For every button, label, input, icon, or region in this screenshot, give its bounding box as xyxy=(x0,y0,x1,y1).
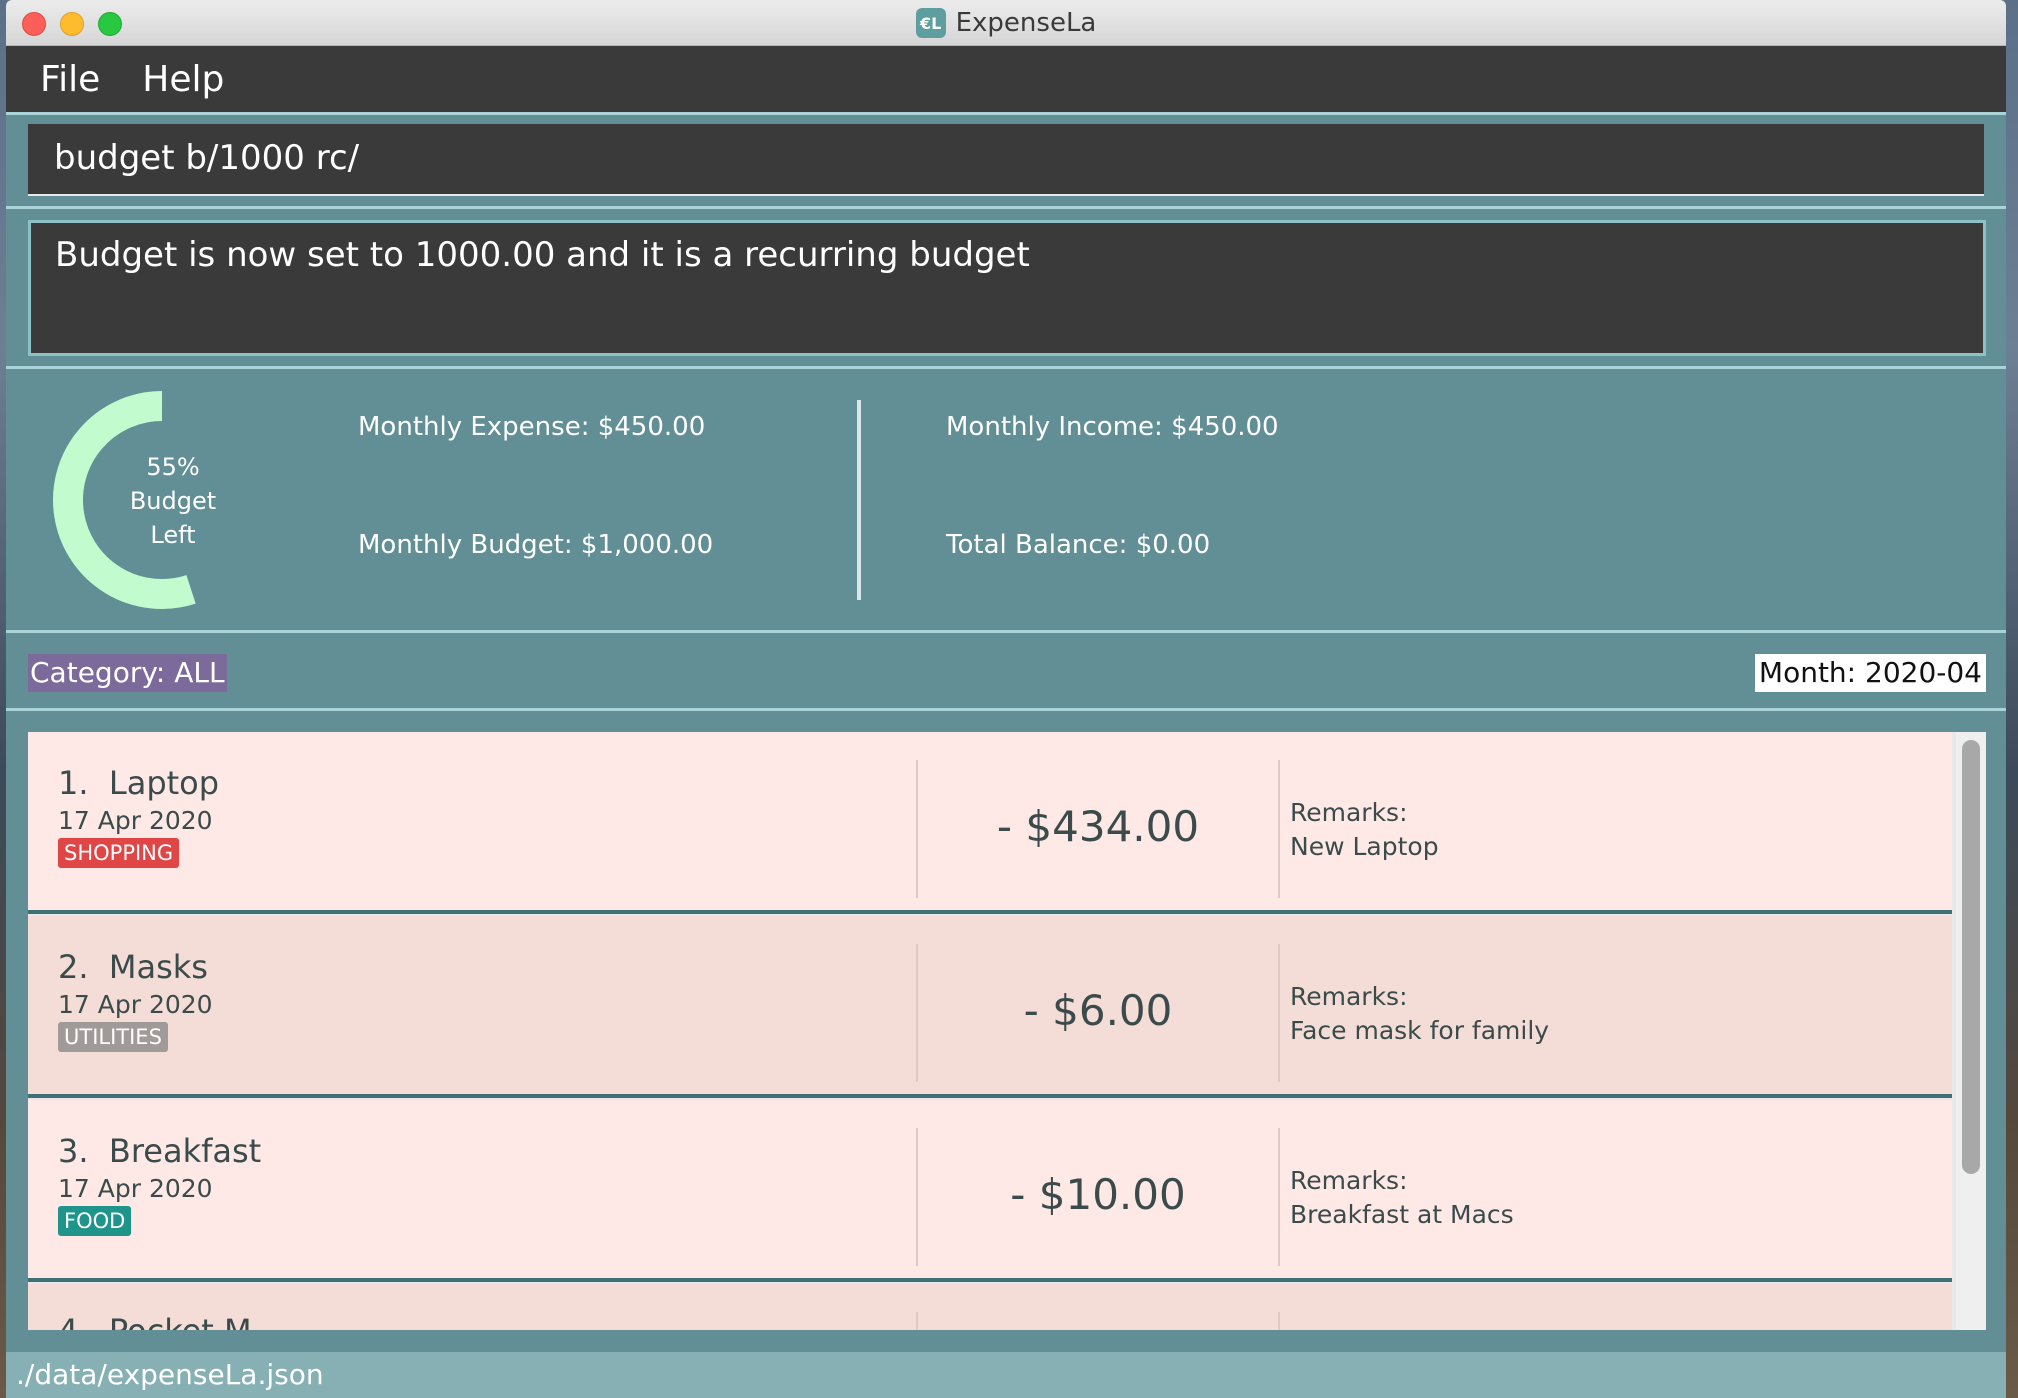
divider xyxy=(6,366,2006,369)
budget-left-text: Budget xyxy=(129,487,217,515)
app-icon: €L xyxy=(915,8,946,38)
list-scrollbar-track[interactable] xyxy=(1956,732,1986,1330)
card-divider xyxy=(1278,1312,1280,1330)
donut-label: 55% Budget Left xyxy=(90,450,256,552)
app-window: €L ExpenseLa File Help budget b/1000 rc/… xyxy=(6,0,2006,1398)
remarks-text: Face mask for family xyxy=(1290,1016,1550,1045)
category-filter: Category: ALL xyxy=(28,654,227,692)
remarks-label: Remarks: xyxy=(1290,1166,1408,1195)
transaction-date: 17 Apr 2020 xyxy=(58,1174,213,1203)
transaction-date: 17 Apr 2020 xyxy=(58,806,213,835)
divider xyxy=(6,708,2006,711)
transaction-amount: - $10.00 xyxy=(1010,1170,1186,1219)
transaction-amount: - $434.00 xyxy=(996,802,1200,851)
divider xyxy=(6,112,2006,115)
divider xyxy=(6,630,2006,633)
command-input[interactable]: budget b/1000 rc/ xyxy=(28,124,1984,196)
menu-bar: File Help xyxy=(6,46,2006,112)
remarks-text: Breakfast at Macs xyxy=(1290,1200,1514,1229)
transaction-date: 17 Apr 2020 xyxy=(58,990,213,1019)
category-tag: FOOD xyxy=(58,1206,132,1236)
card-divider xyxy=(916,1312,918,1330)
card-divider xyxy=(1278,760,1280,898)
stats-panel: 55% Budget Left Monthly Expense: $450.00… xyxy=(6,370,2006,630)
transaction-name: 1. Laptop xyxy=(58,764,220,802)
transaction-name: 3. Breakfast xyxy=(58,1132,262,1170)
menu-help[interactable]: Help xyxy=(142,59,224,100)
transaction-card[interactable]: 3. Breakfast 17 Apr 2020 FOOD - $10.00 R… xyxy=(28,1100,1952,1282)
filter-row: Category: ALL Month: 2020-04 xyxy=(6,640,2006,702)
card-divider xyxy=(1278,944,1280,1082)
total-balance: Total Balance: $0.00 xyxy=(946,530,1211,560)
title-wrap: €L ExpenseLa xyxy=(6,0,2006,46)
transaction-card[interactable]: 2. Masks 17 Apr 2020 UTILITIES - $6.00 R… xyxy=(28,916,1952,1098)
stats-divider xyxy=(857,400,861,600)
transaction-amount: - $6.00 xyxy=(1023,986,1173,1035)
window-title: ExpenseLa xyxy=(955,8,1097,38)
title-bar: €L ExpenseLa xyxy=(6,0,2006,46)
divider xyxy=(6,206,2006,209)
remarks-label: Remarks: xyxy=(1290,798,1408,827)
category-tag: SHOPPING xyxy=(58,838,180,868)
transaction-card[interactable]: 1. Laptop 17 Apr 2020 SHOPPING - $434.00… xyxy=(28,732,1952,914)
monthly-income: Monthly Income: $450.00 xyxy=(946,412,1279,442)
menu-file[interactable]: File xyxy=(40,59,100,100)
result-display: Budget is now set to 1000.00 and it is a… xyxy=(28,220,1986,356)
list-scrollbar-thumb[interactable] xyxy=(1962,740,1980,1174)
status-bar: ./data/expenseLa.json xyxy=(6,1352,2006,1398)
transaction-name: 2. Masks xyxy=(58,948,208,986)
transaction-list[interactable]: 1. Laptop 17 Apr 2020 SHOPPING - $434.00… xyxy=(28,732,1986,1330)
month-filter: Month: 2020-04 xyxy=(1754,654,1986,692)
remarks-label: Remarks: xyxy=(1290,982,1408,1011)
remarks-text: New Laptop xyxy=(1290,832,1439,861)
transaction-card[interactable]: 4. Pocket M xyxy=(28,1284,1952,1330)
card-divider xyxy=(1278,1128,1280,1266)
monthly-expense: Monthly Expense: $450.00 xyxy=(358,412,706,442)
budget-left-percent: 55% xyxy=(146,453,200,481)
transaction-name: 4. Pocket M xyxy=(58,1312,252,1330)
budget-left-text: Left xyxy=(150,521,196,549)
monthly-budget: Monthly Budget: $1,000.00 xyxy=(358,530,714,560)
category-tag: UTILITIES xyxy=(58,1022,168,1052)
